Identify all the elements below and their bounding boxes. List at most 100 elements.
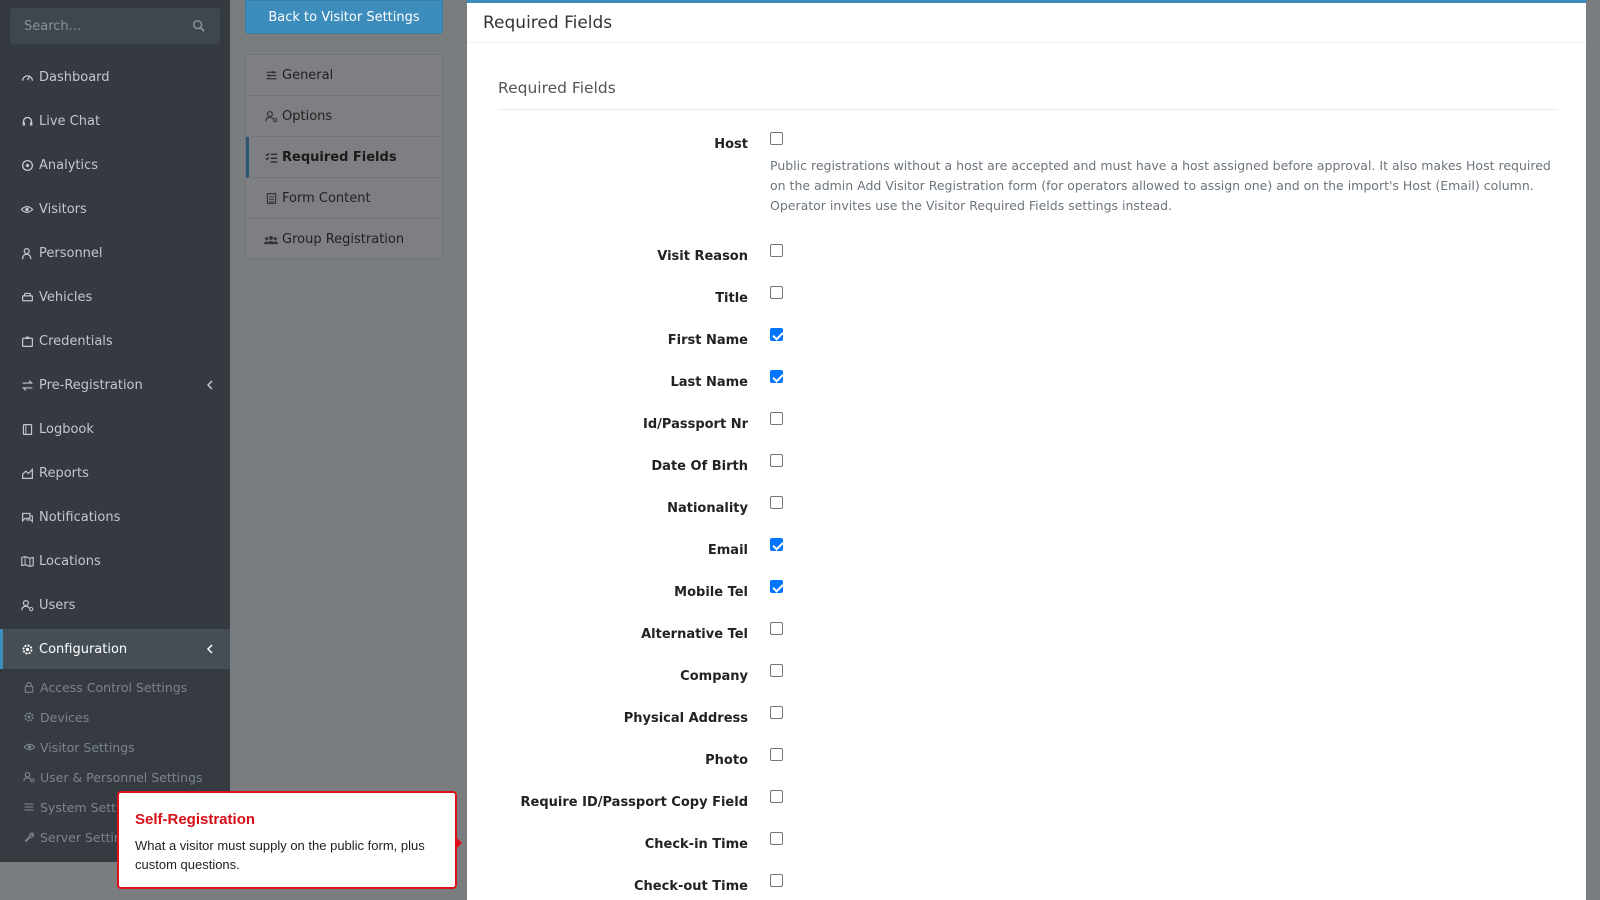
settings-subnav: General Options Required Fields Form Con… — [245, 54, 443, 259]
chart-area-icon — [20, 466, 34, 480]
subnav-item-label: Required Fields — [282, 149, 397, 165]
field-label: Company — [680, 669, 748, 684]
sidebar-item-live-chat[interactable]: Live Chat — [0, 101, 230, 141]
field-label: Nationality — [667, 501, 748, 516]
sidebar-item-label: Dashboard — [39, 69, 110, 85]
check-out-time-checkbox[interactable] — [770, 874, 783, 887]
date-of-birth-checkbox[interactable] — [770, 454, 783, 467]
headset-icon — [20, 114, 34, 128]
comments-icon — [20, 510, 34, 524]
tooltip-title: Self-Registration — [135, 811, 256, 828]
sidebar-item-pre-registration[interactable]: Pre-Registration — [0, 365, 230, 405]
search-icon[interactable] — [192, 19, 206, 33]
users-icon — [264, 233, 278, 247]
sidebar-item-label: Credentials — [39, 333, 113, 349]
subnav-item-label: Form Content — [282, 190, 371, 206]
subnav-item-general[interactable]: General — [246, 55, 443, 96]
sidebar-item-label: Logbook — [39, 421, 94, 437]
map-icon — [20, 554, 34, 568]
section-title: Required Fields — [498, 79, 1558, 110]
subnav-item-label: Group Registration — [282, 232, 405, 247]
sidebar-item-label: Live Chat — [39, 113, 101, 129]
sidebar-item-label: Visitors — [39, 201, 87, 217]
field-label: Last Name — [670, 375, 748, 390]
company-checkbox[interactable] — [770, 664, 783, 677]
subnav-item-required-fields[interactable]: Required Fields — [246, 137, 443, 178]
last-name-checkbox[interactable] — [770, 370, 783, 383]
subnav-item-label: General — [282, 67, 334, 83]
eye-icon — [20, 202, 34, 216]
email-checkbox[interactable] — [770, 538, 783, 551]
sidebar-item-label: Notifications — [39, 509, 121, 525]
sidebar-item-locations[interactable]: Locations — [0, 541, 230, 581]
field-label: Email — [707, 543, 748, 558]
sidebar-subitem-access-control[interactable]: Access Control Settings — [0, 672, 230, 702]
wrench-icon — [22, 830, 36, 844]
field-label: Check-in Time — [644, 837, 748, 852]
tooltip-arrow — [457, 838, 462, 848]
physical-address-checkbox[interactable] — [770, 706, 783, 719]
sidebar-item-vehicles[interactable]: Vehicles — [0, 277, 230, 317]
photo-checkbox[interactable] — [770, 748, 783, 761]
sidebar-item-notifications[interactable]: Notifications — [0, 497, 230, 537]
id-passport-checkbox[interactable] — [770, 412, 783, 425]
subnav-item-label: Options — [282, 108, 333, 124]
back-button-label: Back to Visitor Settings — [268, 9, 420, 25]
sidebar-item-reports[interactable]: Reports — [0, 453, 230, 493]
search-placeholder: Search... — [24, 19, 82, 34]
sidebar: Search... Dashboard Live Chat Analytics … — [0, 0, 230, 862]
gear-icon — [22, 710, 36, 724]
sidebar-item-personnel[interactable]: Personnel — [0, 233, 230, 273]
sidebar-subitem-label: Visitor Settings — [40, 739, 135, 755]
subnav-item-form-content[interactable]: Form Content — [246, 178, 443, 219]
user-tie-icon — [20, 246, 34, 260]
alternative-tel-checkbox[interactable] — [770, 622, 783, 635]
sidebar-item-label: Vehicles — [39, 289, 93, 305]
check-in-time-checkbox[interactable] — [770, 832, 783, 845]
field-label: Alternative Tel — [641, 627, 748, 642]
sidebar-item-dashboard[interactable]: Dashboard — [0, 57, 230, 97]
sidebar-item-label: Analytics — [39, 157, 99, 173]
users-cog-icon — [20, 598, 34, 612]
first-name-checkbox[interactable] — [770, 328, 783, 341]
sidebar-subitem-devices[interactable]: Devices — [0, 702, 230, 732]
sidebar-subitem-user-personnel-settings[interactable]: User & Personnel Settings — [0, 762, 230, 792]
file-icon — [264, 191, 278, 205]
title-checkbox[interactable] — [770, 286, 783, 299]
field-label: Date Of Birth — [651, 459, 748, 474]
host-help-text: Public registrations without a host are … — [770, 158, 1551, 213]
field-label: Visit Reason — [657, 249, 748, 264]
sidebar-item-label: Personnel — [39, 245, 103, 261]
sidebar-item-visitors[interactable]: Visitors — [0, 189, 230, 229]
book-icon — [20, 422, 34, 436]
sidebar-item-label: Configuration — [39, 641, 128, 657]
sidebar-item-users[interactable]: Users — [0, 585, 230, 625]
required-fields-card: Required Fields Required Fields Host Pub… — [467, 0, 1586, 900]
id-passport-copy-checkbox[interactable] — [770, 790, 783, 803]
users-cog-icon — [264, 109, 278, 123]
sidebar-subitem-label: Access Control Settings — [40, 679, 188, 695]
host-checkbox[interactable] — [770, 132, 783, 145]
back-to-visitor-settings-button[interactable]: Back to Visitor Settings — [245, 0, 443, 34]
field-label: Physical Address — [623, 711, 748, 726]
sidebar-item-configuration[interactable]: Configuration — [0, 629, 230, 669]
sidebar-item-label: Users — [39, 597, 76, 613]
sidebar-subitem-visitor-settings[interactable]: Visitor Settings — [0, 732, 230, 762]
visit-reason-checkbox[interactable] — [770, 244, 783, 257]
search-input[interactable]: Search... — [10, 8, 220, 44]
eye-icon — [22, 740, 36, 754]
mobile-tel-checkbox[interactable] — [770, 580, 783, 593]
sliders-icon — [22, 800, 36, 814]
sidebar-item-logbook[interactable]: Logbook — [0, 409, 230, 449]
card-title: Required Fields — [467, 3, 1586, 43]
subnav-item-group-registration[interactable]: Group Registration — [246, 219, 443, 260]
exchange-icon — [20, 378, 34, 392]
field-label: Mobile Tel — [674, 585, 748, 600]
field-label: Host — [714, 137, 748, 152]
nationality-checkbox[interactable] — [770, 496, 783, 509]
field-label: Title — [715, 291, 748, 306]
sidebar-item-credentials[interactable]: Credentials — [0, 321, 230, 361]
subnav-item-options[interactable]: Options — [246, 96, 443, 137]
field-label: Check-out Time — [634, 879, 748, 894]
sidebar-item-analytics[interactable]: Analytics — [0, 145, 230, 185]
